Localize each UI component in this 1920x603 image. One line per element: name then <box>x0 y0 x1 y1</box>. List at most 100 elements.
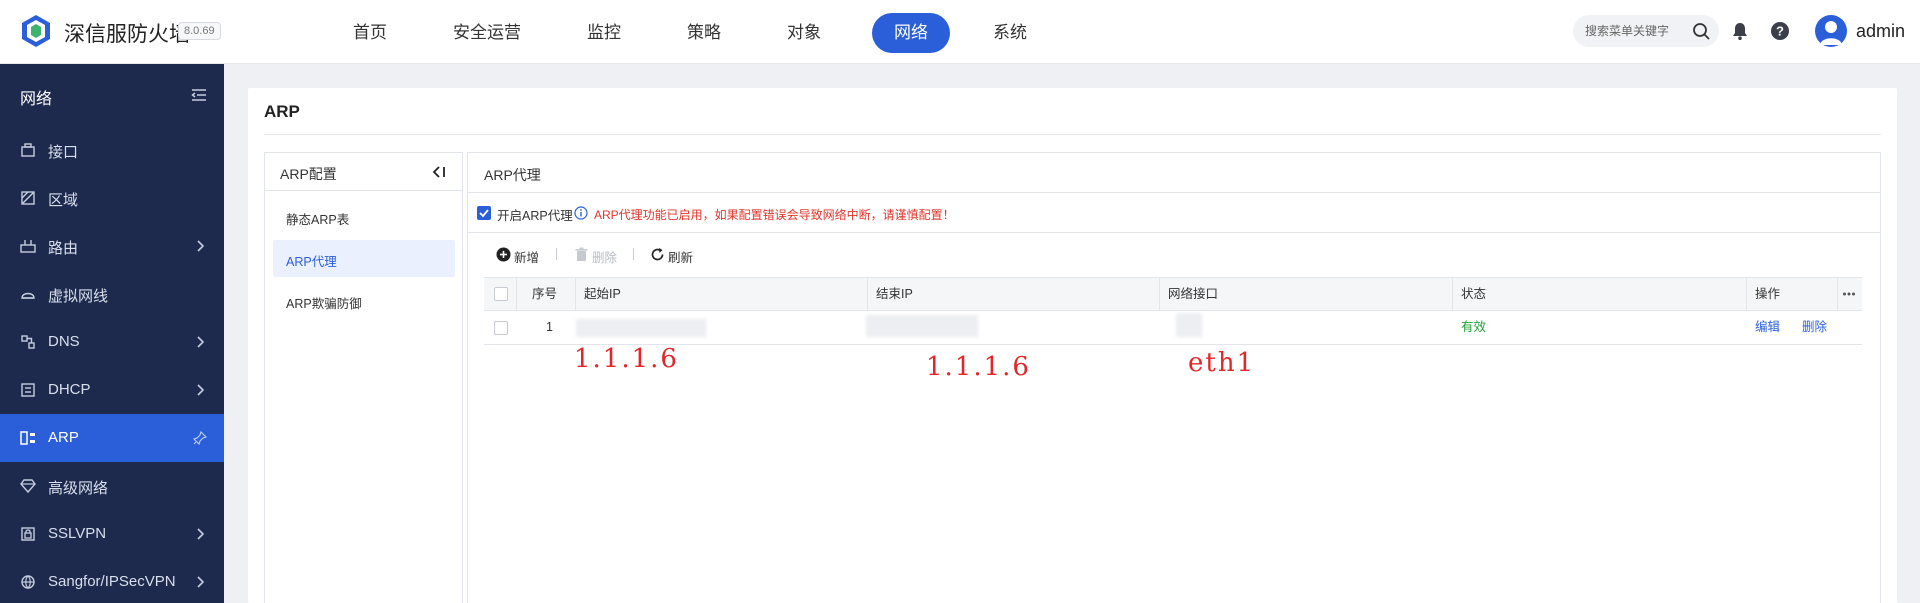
arp-config-title: ARP配置 <box>280 166 337 182</box>
search-icon[interactable] <box>1691 21 1711 41</box>
annotation-start-ip: 1.1.1.6 <box>574 344 679 374</box>
nav-home[interactable]: 首页 <box>338 13 402 53</box>
refresh-icon <box>651 248 664 261</box>
svg-text:?: ? <box>1776 24 1784 39</box>
help-icon[interactable]: ? <box>1769 20 1791 42</box>
nav-object[interactable]: 对象 <box>772 13 836 53</box>
plus-circle-icon <box>496 247 511 262</box>
firewall-logo-icon <box>22 15 50 47</box>
delete-link[interactable]: 删除 <box>1802 311 1827 344</box>
virtual-wire-icon <box>21 292 35 299</box>
arp-proxy-header: ARP代理 <box>468 153 1880 193</box>
sidebar-item-label: 虚拟网线 <box>48 288 109 305</box>
sidebar-item-label: 接口 <box>48 144 79 161</box>
sidebar-item-arp[interactable]: ARP <box>0 414 224 462</box>
chevron-right-icon <box>197 576 205 588</box>
arp-proxy-title: ARP代理 <box>484 167 541 183</box>
table-header: 序号 起始IP 结束IP 网络接口 状态 操作 <box>484 277 1862 311</box>
sidebar-item-label: Sangfor/IPSecVPN <box>48 573 176 590</box>
header-select-cell <box>484 278 517 310</box>
column-settings[interactable] <box>1838 278 1862 310</box>
enable-row: 开启ARP代理 ARP代理功能已启用，如果配置错误会导致网络中断，请谨慎配置！ <box>468 193 1880 233</box>
refresh-label: 刷新 <box>668 251 694 265</box>
sidebar: 网络 接口 区域 路由 虚拟网线 DNS DHCP ARP 高级网络 SSLVP… <box>0 64 224 603</box>
pin-icon[interactable] <box>193 431 207 445</box>
column-header-interface[interactable]: 网络接口 <box>1160 278 1453 310</box>
column-header-start-ip[interactable]: 起始IP <box>576 278 868 310</box>
sidebar-item-label: 区域 <box>48 192 79 209</box>
delete-label: 删除 <box>592 251 618 265</box>
zone-icon <box>21 191 35 205</box>
username[interactable]: admin <box>1856 21 1905 42</box>
menu-search-input[interactable] <box>1585 22 1690 40</box>
sidebar-item-advanced-network[interactable]: 高级网络 <box>0 462 224 510</box>
enable-arp-proxy-checkbox[interactable] <box>477 206 491 220</box>
collapse-panel-icon[interactable] <box>431 164 447 180</box>
nav-network[interactable]: 网络 <box>872 13 950 53</box>
chevron-right-icon <box>197 528 205 540</box>
dhcp-icon <box>21 383 35 397</box>
chevron-right-icon <box>197 240 205 252</box>
interface-icon <box>21 143 35 157</box>
route-icon <box>20 240 36 253</box>
content-area: ARP ARP配置 静态ARP表 ARP代理 ARP欺骗防御 ARP代理 开启A… <box>248 88 1897 603</box>
trash-icon <box>575 247 588 261</box>
cfg-item-arp-spoof-defense[interactable]: ARP欺骗防御 <box>273 282 455 319</box>
arp-config-panel: ARP配置 静态ARP表 ARP代理 ARP欺骗防御 <box>264 152 463 603</box>
column-header-status[interactable]: 状态 <box>1453 278 1747 310</box>
column-header-index[interactable]: 序号 <box>517 278 576 310</box>
nav-system[interactable]: 系统 <box>978 13 1042 53</box>
sidebar-item-route[interactable]: 路由 <box>0 222 224 270</box>
check-icon <box>479 209 489 218</box>
nav-security-ops[interactable]: 安全运营 <box>438 13 536 53</box>
sidebar-item-label: DHCP <box>48 381 91 398</box>
row-checkbox[interactable] <box>494 321 508 335</box>
select-all-checkbox[interactable] <box>494 287 508 301</box>
sslvpn-icon <box>21 527 35 541</box>
user-icon <box>1820 21 1842 45</box>
menu-collapse-icon[interactable] <box>191 87 207 103</box>
arp-proxy-panel: ARP代理 开启ARP代理 ARP代理功能已启用，如果配置错误会导致网络中断，请… <box>467 152 1881 603</box>
sidebar-item-dhcp[interactable]: DHCP <box>0 366 224 414</box>
row-index: 1 <box>546 320 553 334</box>
cfg-item-static-arp[interactable]: 静态ARP表 <box>273 198 455 235</box>
avatar[interactable] <box>1815 15 1847 47</box>
sidebar-item-label: 路由 <box>48 240 79 257</box>
column-header-end-ip[interactable]: 结束IP <box>868 278 1160 310</box>
diamond-icon <box>20 479 36 494</box>
info-icon <box>574 206 588 220</box>
sidebar-item-virtual-wire[interactable]: 虚拟网线 <box>0 270 224 318</box>
sidebar-item-dns[interactable]: DNS <box>0 318 224 366</box>
add-label: 新增 <box>514 251 540 265</box>
table-toolbar: 新增 删除 刷新 <box>468 233 1880 275</box>
edit-link[interactable]: 编辑 <box>1755 311 1780 344</box>
toolbar-divider <box>633 248 634 260</box>
sidebar-item-interface[interactable]: 接口 <box>0 126 224 174</box>
bell-icon[interactable] <box>1729 20 1751 42</box>
page-title: ARP <box>264 102 300 121</box>
arp-config-header: ARP配置 <box>265 153 462 191</box>
sidebar-header: 网络 <box>0 64 224 126</box>
annotation-end-ip: 1.1.1.6 <box>926 352 1031 382</box>
arp-icon <box>20 431 35 445</box>
sidebar-item-label: SSLVPN <box>48 525 107 542</box>
annotation-interface: eth1 <box>1188 348 1256 378</box>
sidebar-item-sslvpn[interactable]: SSLVPN <box>0 510 224 558</box>
enable-arp-proxy-label[interactable]: 开启ARP代理 <box>497 205 573 224</box>
main-nav: 首页 安全运营 监控 策略 对象 网络 系统 <box>338 13 1078 53</box>
sidebar-item-label: DNS <box>48 333 80 350</box>
sidebar-item-zone[interactable]: 区域 <box>0 174 224 222</box>
sidebar-item-label: ARP <box>48 429 79 446</box>
start-ip-redacted <box>576 319 706 337</box>
interface-redacted <box>1176 313 1202 337</box>
sidebar-item-label: 高级网络 <box>48 480 109 497</box>
status-badge: 有效 <box>1461 320 1487 334</box>
cfg-item-arp-proxy[interactable]: ARP代理 <box>273 240 455 277</box>
sidebar-item-ipsecvpn[interactable]: Sangfor/IPSecVPN <box>0 558 224 603</box>
table-row[interactable]: 1 有效 编辑 删除 <box>484 311 1862 345</box>
top-bar: 深信服防火墙 8.0.69 首页 安全运营 监控 策略 对象 网络 系统 ? a… <box>0 0 1920 64</box>
nav-monitor[interactable]: 监控 <box>572 13 636 53</box>
app-title: 深信服防火墙 <box>64 23 190 46</box>
nav-policy[interactable]: 策略 <box>672 13 736 53</box>
column-header-actions: 操作 <box>1747 278 1838 310</box>
